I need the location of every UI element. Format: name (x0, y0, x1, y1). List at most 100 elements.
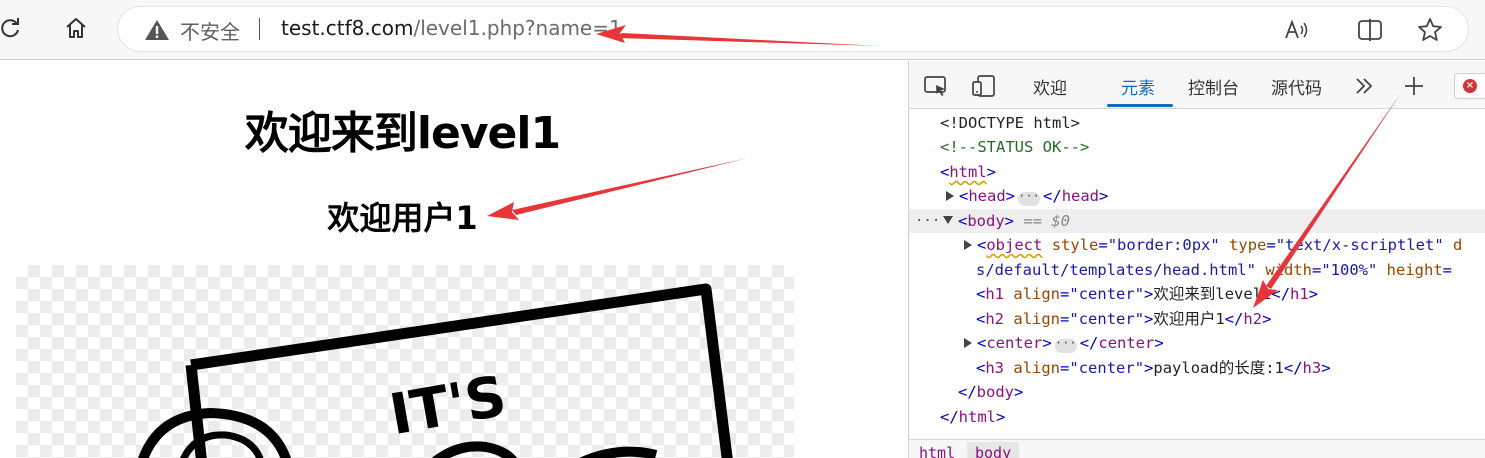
more-options-icon[interactable]: ··· (915, 209, 940, 233)
h2-text: 欢迎用户1 (1153, 310, 1225, 328)
html-close-tag: html (958, 408, 996, 426)
comic-drawing: IT'S (138, 283, 733, 458)
h2-close-tag: h2 (1243, 310, 1263, 328)
plus-icon (1405, 77, 1423, 95)
dom-breadcrumb: html body (909, 439, 1485, 458)
split-screen-button[interactable] (1356, 16, 1384, 44)
browser-toolbar: 不安全 test.ctf8.com/level1.php?name=1 (0, 0, 1485, 60)
dom-line-object-cont[interactable]: s/default/templates/head.html" width="10… (909, 258, 1485, 282)
tab-welcome[interactable]: 欢迎 (1033, 74, 1067, 99)
comic-its-text: IT'S (385, 364, 511, 448)
url-text[interactable]: test.ctf8.com/level1.php?name=1 (281, 16, 622, 40)
h1-text: 欢迎来到level1 (1153, 285, 1272, 303)
attr-name: height (1386, 261, 1443, 279)
h1-tag: h1 (985, 285, 1005, 303)
body-tag: body (967, 212, 1005, 230)
dom-line-html-open[interactable]: <html> (909, 160, 1485, 184)
address-bar[interactable]: 不安全 test.ctf8.com/level1.php?name=1 (118, 7, 1468, 51)
doctype-text: <!DOCTYPE html> (940, 114, 1080, 132)
tab-sources[interactable]: 源代码 (1271, 74, 1322, 99)
page-content: 欢迎来到level1 欢迎用户1 IT'S (0, 61, 908, 458)
selected-node-var: == $0 (1023, 212, 1071, 230)
dom-line-body-close[interactable]: </body> (909, 380, 1485, 404)
collapsed-ellipsis-icon[interactable]: ··· (1018, 190, 1041, 206)
error-count-badge[interactable]: × (1454, 73, 1485, 99)
attr-value: "center" (1069, 285, 1145, 303)
h3-tag: h3 (985, 359, 1005, 377)
refresh-icon (1, 18, 19, 38)
dom-line-comment[interactable]: <!--STATUS OK--> (909, 135, 1485, 159)
dom-tree: <!DOCTYPE html> <!--STATUS OK--> <html> … (909, 111, 1485, 441)
dom-line-html-close[interactable]: </html> (909, 405, 1485, 429)
object-tag: object (986, 236, 1043, 254)
attr-value: "100%" (1321, 261, 1378, 279)
html-tag: html (949, 163, 987, 181)
attr-value: "center" (1069, 310, 1145, 328)
favorite-button[interactable] (1416, 16, 1444, 44)
dom-line-h1[interactable]: <h1 align="center">欢迎来到level1</h1> (909, 282, 1485, 306)
read-aloud-icon (1285, 19, 1308, 39)
url-path: /level1.php?name=1 (413, 16, 622, 40)
inspect-icon (924, 76, 946, 96)
head-close-tag: head (1061, 187, 1100, 205)
star-icon (1418, 18, 1442, 41)
dom-line-h2[interactable]: <h2 align="center">欢迎用户1</h2> (909, 307, 1485, 331)
attr-value: "text/x-scriptlet" (1275, 236, 1444, 254)
attr-value: "center" (1069, 359, 1145, 377)
page-heading: 欢迎来到level1 (244, 108, 561, 159)
more-tabs-button[interactable] (1349, 71, 1379, 101)
h3-close-tag: h3 (1302, 359, 1322, 377)
expand-triangle-icon[interactable] (964, 338, 972, 348)
refresh-button[interactable] (0, 12, 26, 44)
home-button[interactable] (60, 12, 92, 44)
warning-triangle-icon (145, 20, 169, 40)
read-aloud-button[interactable] (1284, 16, 1312, 44)
devtools-tab-bar: 欢迎 元素 控制台 源代码 × (909, 61, 1485, 109)
home-icon (66, 18, 86, 38)
head-tag: head (968, 187, 1006, 205)
expand-triangle-icon[interactable] (946, 191, 954, 201)
breadcrumb-html[interactable]: html (911, 442, 963, 458)
inspect-element-button[interactable] (921, 71, 951, 101)
dom-line-center[interactable]: <center> ··· </center> (909, 331, 1485, 355)
devtools-panel: 欢迎 元素 控制台 源代码 × <!DOCTYPE html> <!--STAT… (908, 61, 1485, 458)
add-tab-button[interactable] (1399, 71, 1429, 101)
dom-line-doctype[interactable]: <!DOCTYPE html> (909, 111, 1485, 135)
dom-line-h3[interactable]: <h3 align="center">payload的长度:1</h3> (909, 356, 1485, 380)
double-chevron-right-icon (1356, 78, 1373, 94)
attr-name: width (1265, 261, 1312, 279)
device-emulation-button[interactable] (969, 71, 999, 101)
welcome-user-heading: 欢迎用户1 (327, 199, 478, 237)
attr-value: "border:0px" (1107, 236, 1220, 254)
breadcrumb-body[interactable]: body (967, 442, 1020, 458)
body-close-tag: body (976, 383, 1014, 401)
active-tab-indicator (1107, 104, 1173, 107)
device-icon (972, 75, 995, 97)
attr-name: align (1013, 310, 1061, 328)
expand-triangle-icon[interactable] (964, 240, 972, 250)
url-host: test.ctf8.com (281, 16, 414, 40)
attr-name: style (1051, 236, 1099, 254)
dom-line-body-selected[interactable]: ··· <body> == $0 (909, 209, 1485, 233)
comment-text: <!--STATUS OK--> (940, 138, 1090, 156)
comic-image: IT'S (16, 265, 794, 458)
h2-tag: h2 (985, 310, 1005, 328)
h1-close-tag: h1 (1290, 285, 1309, 303)
attr-name: align (1013, 359, 1061, 377)
collapsed-ellipsis-icon[interactable]: ··· (1054, 337, 1077, 353)
collapse-triangle-icon[interactable] (943, 216, 953, 224)
not-secure-label[interactable]: 不安全 (180, 16, 240, 45)
tab-console[interactable]: 控制台 (1188, 74, 1239, 99)
center-close-tag: center (1098, 334, 1155, 352)
split-screen-icon (1358, 19, 1382, 41)
attr-name: type (1229, 236, 1267, 254)
address-separator (259, 18, 260, 40)
dom-line-object[interactable]: <object style="border:0px" type="text/x-… (909, 233, 1485, 257)
error-x-icon: × (1463, 79, 1477, 93)
attr-name: align (1013, 285, 1061, 303)
tab-elements[interactable]: 元素 (1121, 74, 1155, 99)
dom-line-head[interactable]: <head> ··· </head> (909, 184, 1485, 208)
attr-value: s/default/templates/head.html" (976, 261, 1256, 279)
center-tag: center (986, 334, 1043, 352)
h3-text: payload的长度:1 (1153, 359, 1284, 377)
